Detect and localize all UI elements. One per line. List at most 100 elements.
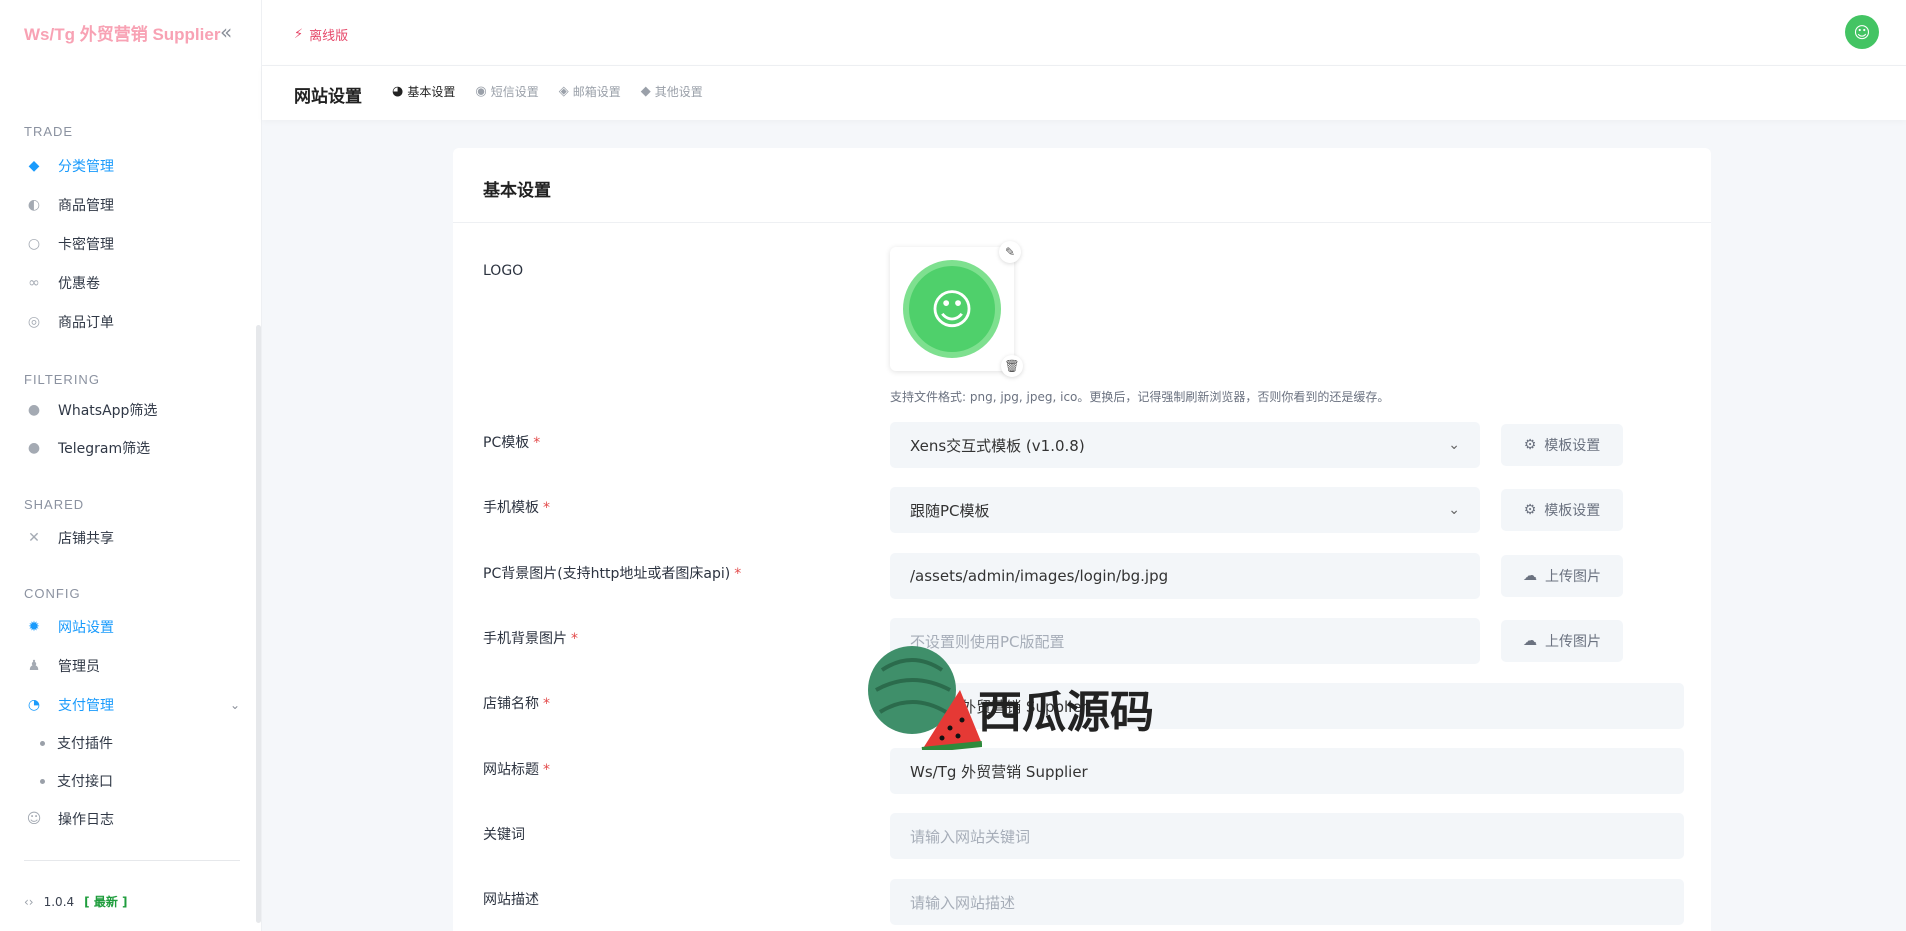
category-icon: ◆ [28,158,40,174]
offline-badge[interactable]: ⚡ 离线版 [294,25,348,44]
basic-icon: ◕ [392,84,404,99]
tab-other[interactable]: ◆ 其他设置 [641,83,703,100]
input-value: Ws/Tg 外贸营销 Supplier [910,762,1088,781]
sidebar-item-payment-plugin[interactable]: 支付插件 [40,729,113,757]
sidebar-item-admin[interactable]: ♟ 管理员 [24,652,100,680]
mobile-bg-input[interactable]: 不设置则使用PC版配置 [890,618,1480,664]
input-value: /assets/admin/images/login/bg.jpg [910,567,1169,585]
section-shared: SHARED [24,497,85,512]
required-mark: * [734,566,742,582]
sidebar-item-shop-share[interactable]: ✕ 店铺共享 [24,524,114,552]
gear-icon: ✹ [28,619,40,635]
gears-icon: ⚙ [1523,502,1537,518]
code-icon: ‹› [24,894,34,909]
button-label: 模板设置 [1544,503,1601,519]
sidebar-item-card-key[interactable]: ○ 卡密管理 [24,230,114,258]
settings-tabs: ◕ 基本设置 ◉ 短信设置 ◈ 邮箱设置 ◆ 其他设置 [392,83,703,100]
edit-logo-button[interactable]: ✎ [999,241,1021,263]
mobile-bg-upload-button[interactable]: ☁ 上传图片 [1501,620,1623,662]
field-label: 手机背景图片 [483,631,567,647]
page-title: 网站设置 [294,87,362,107]
logo-hint: 支持文件格式: png, jpg, jpeg, ico。更换后，记得强制刷新浏览… [890,390,1390,404]
mobile-template-select[interactable]: 跟随PC模板 ⌄ [890,487,1480,533]
tab-basic[interactable]: ◕ 基本设置 [392,83,455,100]
mobile-template-settings-button[interactable]: ⚙ 模板设置 [1501,489,1623,531]
collapse-sidebar-icon[interactable]: « [220,20,232,44]
tab-label: 其他设置 [654,85,703,99]
pc-template-settings-button[interactable]: ⚙ 模板设置 [1501,424,1623,466]
offline-label: 离线版 [309,29,349,44]
select-value: Xens交互式模板 (v1.0.8) [910,436,1085,455]
pc-bg-label: PC背景图片(支持http地址或者图床api) * [483,563,741,583]
required-mark: * [571,631,578,647]
keywords-input[interactable]: 请输入网站关键词 [890,813,1684,859]
delete-logo-button[interactable]: 🗑 [1001,355,1023,377]
sidebar-item-product[interactable]: ◐ 商品管理 [24,191,114,219]
mobile-template-label: 手机模板 * [483,497,550,517]
trash-icon: 🗑 [1004,359,1020,373]
sidebar-item-category[interactable]: ◆ 分类管理 [24,152,114,180]
logo-preview[interactable]: ☺ [890,247,1014,371]
description-input[interactable]: 请输入网站描述 [890,879,1684,925]
required-mark: * [533,435,541,451]
sidebar-item-label: 网站设置 [58,620,114,636]
plug-icon: ⚡ [294,27,304,42]
sidebar-item-label: 店铺共享 [58,531,114,547]
tab-email[interactable]: ◈ 邮箱设置 [559,83,621,100]
topbar: ⚡ 离线版 ☺ [262,0,1906,66]
field-label: PC模板 [483,435,530,451]
field-label: 手机模板 [483,500,539,516]
order-icon: ◎ [27,314,41,330]
sidebar-item-payment-api[interactable]: 支付接口 [40,767,113,795]
sidebar-item-operation-log[interactable]: ☺ 操作日志 [24,805,114,833]
divider [24,860,240,861]
sidebar-item-whatsapp[interactable]: ● WhatsApp筛选 [24,396,158,424]
send-icon: ● [27,440,41,456]
button-label: 上传图片 [1545,634,1601,650]
section-trade: TRADE [24,124,74,139]
admin-icon: ♟ [27,658,41,674]
sidebar-item-site-settings[interactable]: ✹ 网站设置 [24,613,114,641]
pc-bg-input[interactable]: /assets/admin/images/login/bg.jpg [890,553,1480,599]
pc-template-select[interactable]: Xens交互式模板 (v1.0.8) ⌄ [890,422,1480,468]
cloud-upload-icon: ☁ [1523,568,1537,584]
input-placeholder: 请输入网站描述 [910,893,1016,912]
sidebar-item-payment[interactable]: ◔ 支付管理 ⌄ [24,691,240,719]
pc-bg-upload-button[interactable]: ☁ 上传图片 [1501,555,1623,597]
sidebar-item-label: 支付插件 [57,736,113,752]
avatar[interactable]: ☺ [1845,15,1879,49]
send-icon: ● [27,402,41,418]
tab-label: 短信设置 [490,85,539,99]
page: Ws/Tg 外贸营销 Supplier « TRADE ◆ 分类管理 ◐ 商品管… [0,0,1906,931]
card-title: 基本设置 [483,181,551,201]
sidebar-item-label: 优惠卷 [58,276,100,292]
divider [453,222,1711,223]
tab-sms[interactable]: ◉ 短信设置 [475,83,538,100]
site-title-input[interactable]: Ws/Tg 外贸营销 Supplier [890,748,1684,794]
sidebar-item-coupon[interactable]: ∞ 优惠卷 [24,269,100,297]
section-filtering: FILTERING [24,372,100,387]
field-label: 网站标题 [483,762,539,778]
sidebar-scrollbar[interactable] [256,325,261,923]
sidebar-item-order[interactable]: ◎ 商品订单 [24,308,114,336]
sidebar: Ws/Tg 外贸营销 Supplier « TRADE ◆ 分类管理 ◐ 商品管… [0,0,262,931]
tab-label: 基本设置 [407,85,456,99]
shop-name-input[interactable]: Ws/Tg 外贸营销 Supplier [890,683,1684,729]
sidebar-item-telegram[interactable]: ● Telegram筛选 [24,434,150,462]
bullet-icon [40,778,45,784]
logo-image: ☺ [903,260,1001,358]
mobile-bg-label: 手机背景图片 * [483,628,578,648]
select-value: 跟随PC模板 [910,501,990,520]
field-label: 店铺名称 [483,696,539,712]
required-mark: * [543,696,550,712]
sidebar-item-label: 卡密管理 [58,237,114,253]
required-mark: * [543,762,550,778]
version-info: ‹› 1.0.4 [ 最新 ] [24,893,127,910]
sidebar-item-label: 支付管理 [58,698,114,714]
sidebar-item-label: 支付接口 [57,774,113,790]
required-mark: * [543,500,550,516]
sidebar-item-label: 管理员 [58,659,100,675]
chevron-down-icon: ⌄ [229,698,240,712]
sidebar-item-label: Telegram筛选 [58,441,151,457]
log-icon: ☺ [26,811,42,827]
